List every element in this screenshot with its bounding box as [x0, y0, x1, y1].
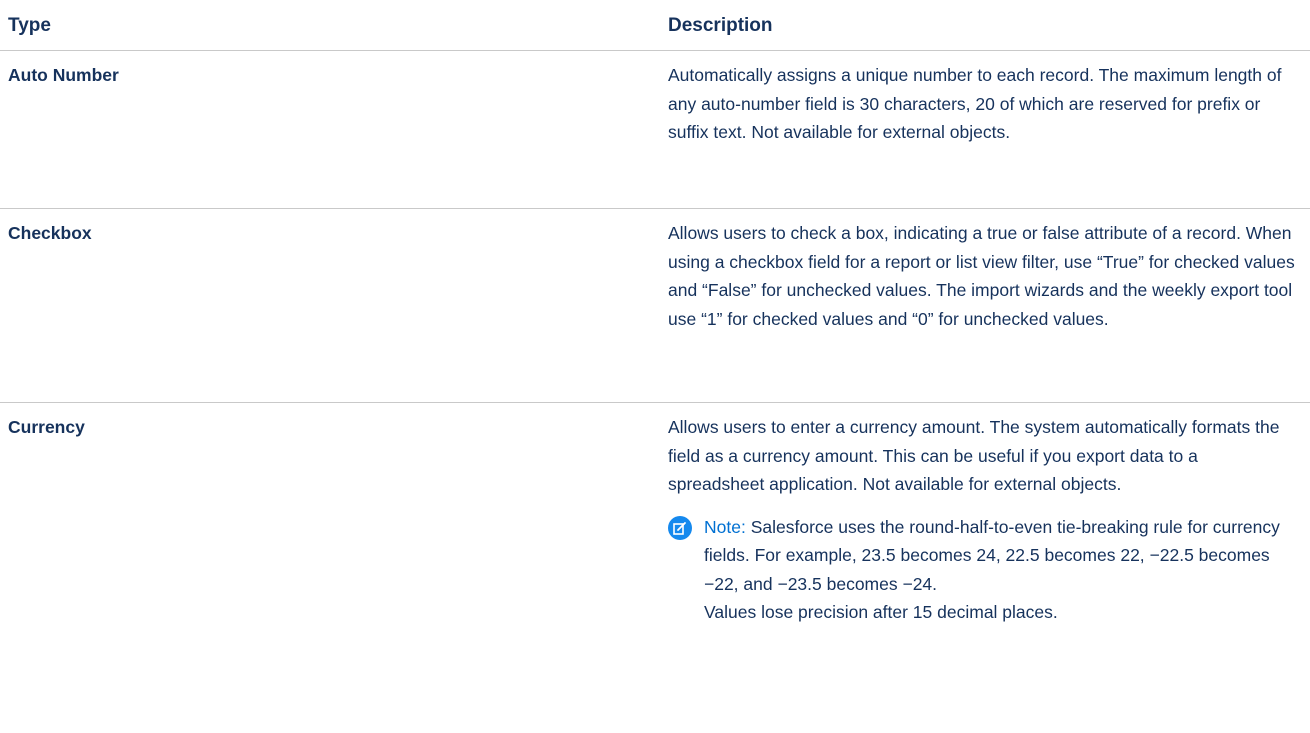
column-header-description: Description: [668, 15, 773, 36]
note-text: Salesforce uses the round-half-to-even t…: [704, 516, 1280, 594]
field-types-table: Type Description Auto Number Automatical…: [0, 0, 1310, 733]
note-edit-icon: [668, 515, 692, 540]
description-cell: Allows users to check a box, indicating …: [668, 209, 1298, 341]
description-cell: Automatically assigns a unique number to…: [668, 51, 1298, 155]
description-cell: Allows users to enter a currency amount.…: [668, 403, 1298, 635]
type-cell: Currency: [8, 417, 85, 437]
column-header-type: Type: [8, 15, 51, 36]
type-cell: Auto Number: [8, 65, 119, 85]
table-row: Currency Allows users to enter a currenc…: [0, 403, 1310, 733]
description-text: Allows users to check a box, indicating …: [668, 223, 1295, 329]
table-row: Checkbox Allows users to check a box, in…: [0, 209, 1310, 403]
note-callout: Note: Salesforce uses the round-half-to-…: [668, 513, 1298, 627]
note-extra-text: Values lose precision after 15 decimal p…: [704, 602, 1058, 622]
table-row: Auto Number Automatically assigns a uniq…: [0, 51, 1310, 209]
description-text: Allows users to enter a currency amount.…: [668, 417, 1280, 494]
note-label: Note:: [704, 516, 746, 537]
description-text: Automatically assigns a unique number to…: [668, 65, 1282, 142]
type-cell: Checkbox: [8, 223, 92, 243]
table-header-row: Type Description: [0, 0, 1310, 51]
